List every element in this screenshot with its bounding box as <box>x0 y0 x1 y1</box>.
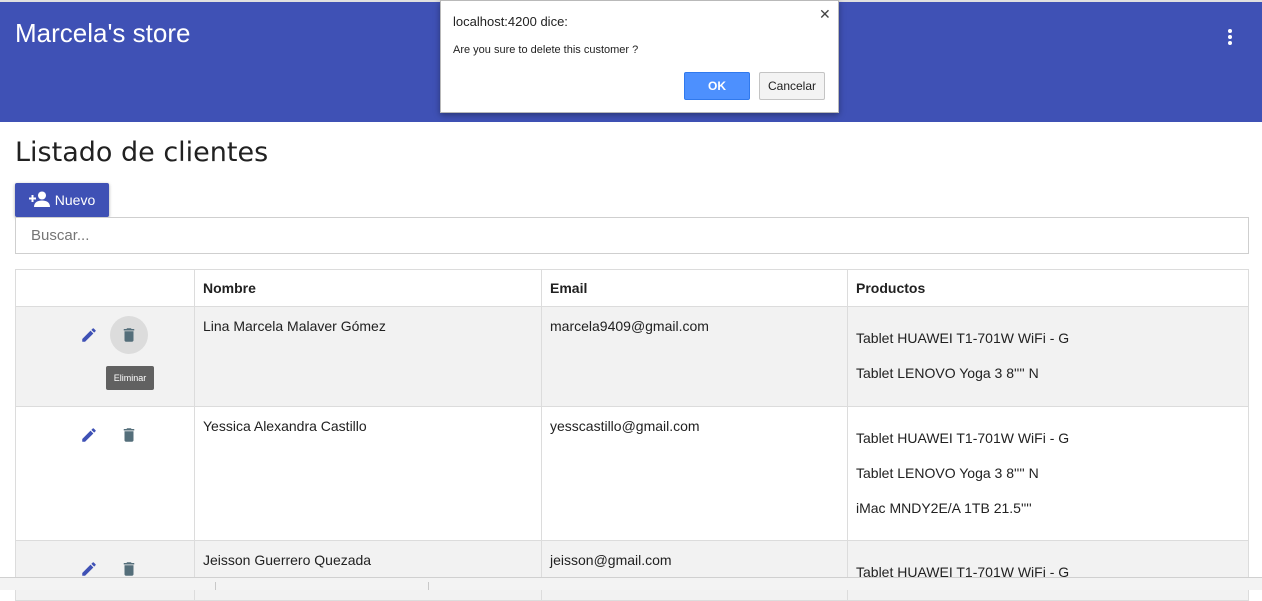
customer-email-cell: jeisson@gmail.com <box>541 540 848 601</box>
confirm-dialog: localhost:4200 dice: ✕ Are you sure to d… <box>440 0 839 113</box>
edit-icon[interactable] <box>77 423 101 447</box>
customer-email: jeisson@gmail.com <box>550 552 672 568</box>
person-add-icon <box>28 191 51 210</box>
delete-tooltip: Eliminar <box>106 366 154 390</box>
customer-email: marcela9409@gmail.com <box>550 318 709 334</box>
new-button-label: Nuevo <box>54 192 96 208</box>
product-item: Tablet LENOVO Yoga 3 8'''' N <box>856 365 1039 381</box>
column-header-actions <box>15 269 195 307</box>
customer-email: yesscastillo@gmail.com <box>550 418 700 434</box>
bottom-bar <box>0 577 1262 590</box>
table-row: Yessica Alexandra Castillo yesscastillo@… <box>15 406 1249 541</box>
search-input[interactable] <box>15 217 1249 254</box>
app-title: Marcela's store <box>15 18 191 48</box>
customer-products-cell: Tablet HUAWEI T1-701W WiFi - G Tablet LE… <box>847 306 1249 407</box>
product-item: Tablet LENOVO Yoga 3 8'''' N <box>856 465 1039 481</box>
column-header-name[interactable]: Nombre <box>194 269 542 307</box>
dialog-message: Are you sure to delete this customer ? <box>453 44 639 56</box>
customer-name: Yessica Alexandra Castillo <box>203 418 367 434</box>
cancel-button[interactable]: Cancelar <box>759 72 825 100</box>
customer-products-cell: Tablet HUAWEI T1-701W WiFi - G <box>847 540 1249 601</box>
edit-icon[interactable] <box>77 323 101 347</box>
page-title: Listado de clientes <box>15 137 269 168</box>
customer-name-cell: Jeisson Guerrero Quezada <box>194 540 542 601</box>
customer-products-cell: Tablet HUAWEI T1-701W WiFi - G Tablet LE… <box>847 406 1249 541</box>
customer-name: Lina Marcela Malaver Gómez <box>203 318 386 334</box>
delete-icon[interactable] <box>110 316 148 354</box>
customer-name: Jeisson Guerrero Quezada <box>203 552 372 568</box>
more-vert-icon[interactable] <box>1219 26 1241 48</box>
row-actions <box>15 406 195 541</box>
customer-email-cell: marcela9409@gmail.com <box>541 306 848 407</box>
column-header-products[interactable]: Productos <box>847 269 1249 307</box>
close-icon[interactable]: ✕ <box>819 6 831 23</box>
table-row: Jeisson Guerrero Quezada jeisson@gmail.c… <box>15 540 1249 601</box>
delete-icon[interactable] <box>117 423 141 447</box>
ok-button[interactable]: OK <box>684 72 750 100</box>
row-actions <box>15 540 195 601</box>
table-row: Eliminar Lina Marcela Malaver Gómez marc… <box>15 306 1249 407</box>
product-item: iMac MNDY2E/A 1TB 21.5'''' <box>856 500 1032 516</box>
dialog-title: localhost:4200 dice: <box>453 14 568 29</box>
product-item: Tablet HUAWEI T1-701W WiFi - G <box>856 430 1070 446</box>
customer-name-cell: Yessica Alexandra Castillo <box>194 406 542 541</box>
product-item: Tablet HUAWEI T1-701W WiFi - G <box>856 330 1070 346</box>
new-customer-button[interactable]: Nuevo <box>15 183 109 217</box>
customer-name-cell: Lina Marcela Malaver Gómez <box>194 306 542 407</box>
customers-table: Nombre Email Productos Eliminar Lina Mar… <box>15 269 1249 601</box>
table-header-row: Nombre Email Productos <box>15 269 1249 307</box>
customer-email-cell: yesscastillo@gmail.com <box>541 406 848 541</box>
column-header-email[interactable]: Email <box>541 269 848 307</box>
row-actions: Eliminar <box>15 306 195 407</box>
